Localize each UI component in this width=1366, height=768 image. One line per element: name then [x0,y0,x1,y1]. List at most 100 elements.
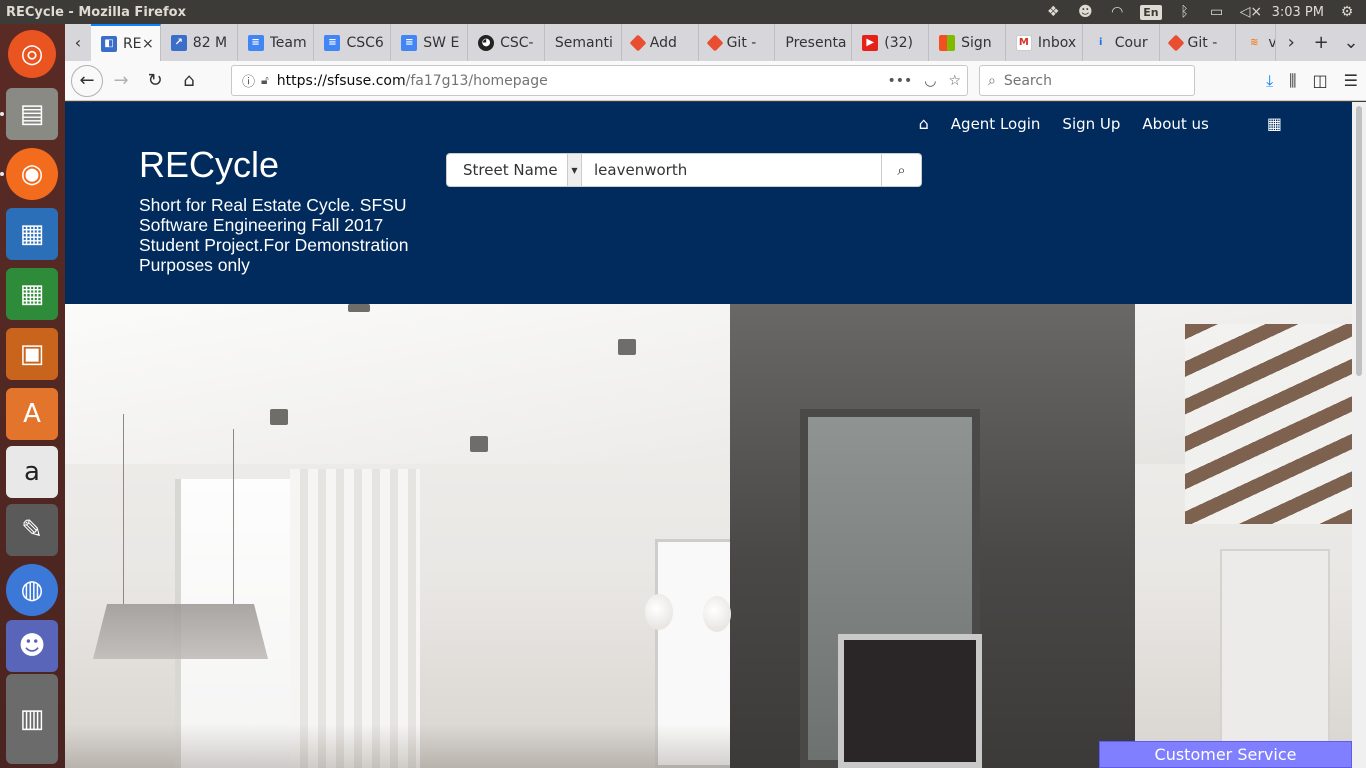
site-info-icon[interactable]: ⓘ [242,71,255,90]
tab-recycle[interactable]: ◧ RE × [90,24,161,61]
reload-icon[interactable]: ↻ [139,65,171,97]
tab-swe[interactable]: ≡ SW E [391,24,469,61]
system-settings-icon[interactable]: ✎ [6,504,58,556]
tab-semantic[interactable]: Semanti [545,24,622,61]
url-text[interactable]: https://sfsuse.com/fa17g13/homepage [277,73,548,89]
back-arrow-icon[interactable]: ← [71,64,103,97]
tab-git-2[interactable]: Git - [1160,24,1237,61]
customer-service-button[interactable]: Customer Service [1099,741,1352,768]
tab-team[interactable]: ≡ Team [238,24,315,61]
grid-menu-icon[interactable]: ▦ [1267,114,1282,133]
scroll-tabs-left-icon[interactable]: ‹ [65,24,91,61]
tab-add[interactable]: Add [622,24,699,61]
tab-course[interactable]: i Cour [1083,24,1160,61]
wifi-icon[interactable]: ◠ [1108,4,1126,20]
lock-warning-icon[interactable]: 🔓︎ [261,73,269,88]
discord-tray-icon[interactable]: ☻ [1076,4,1094,20]
tab-csc6[interactable]: ≡ CSC6 [314,24,392,61]
volume-muted-icon[interactable]: ◁× [1240,4,1263,20]
forward-arrow-icon[interactable]: → [105,65,137,97]
gmail-icon: M [1015,34,1032,51]
keyboard-layout-indicator[interactable]: En [1140,4,1162,20]
tab-bar: ‹ ◧ RE × ↗ 82 M ≡ Team ≡ CSC6 ≡ SW E ◕ CSC- S… [65,24,1366,61]
hero-image [65,304,1352,768]
firefox-icon[interactable]: ◉ [6,148,58,200]
agent-login-link[interactable]: Agent Login [951,115,1041,133]
software-center-icon[interactable]: A [6,388,58,440]
git-icon [1167,34,1185,51]
git-icon [706,34,724,51]
tab-youtube[interactable]: ▶ (32) [852,24,930,61]
pocket-icon[interactable]: ◡ [924,73,936,89]
tab-git-1[interactable]: Git - [699,24,776,61]
amazon-icon[interactable]: a [6,446,58,498]
close-tab-icon[interactable]: × [142,36,154,52]
about-us-link[interactable]: About us [1142,115,1208,133]
download-icon[interactable]: ⤓ [1266,71,1273,91]
new-tab-icon[interactable]: + [1306,24,1336,61]
home-icon[interactable]: ⌂ [919,114,929,133]
git-icon [629,34,647,51]
search-icon: ⌕ [988,72,996,89]
page-scrollbar[interactable] [1352,102,1366,768]
files-icon[interactable]: ▤ [6,88,58,140]
search-filter-value: Street Name [463,161,558,179]
settings-gear-icon[interactable]: ⚙ [1338,4,1356,20]
gdocs-icon: ≡ [324,34,341,51]
search-field[interactable]: ⌕ Search [979,65,1195,96]
home-icon[interactable]: ⌂ [173,65,205,97]
property-search: Street Name ▼ ⌕ [446,153,922,187]
launcher: ◎ ▤ ◉ ▦ ▦ ▣ A a ✎ ◍ ☻ ▥ [0,24,65,768]
clock[interactable]: 3:03 PM [1272,5,1324,20]
bookmark-star-icon[interactable]: ☆ [948,73,961,89]
tab-inbox[interactable]: M Inbox [1006,24,1083,61]
info-icon: i [1099,37,1103,48]
writer-icon[interactable]: ▦ [6,208,58,260]
running-indicator [0,172,4,176]
site-tagline: Short for Real Estate Cycle. SFSU Softwa… [139,195,409,275]
stackoverflow-icon: ≋ [1250,37,1259,48]
scroll-tabs-right-icon[interactable]: › [1276,24,1306,61]
tab-presentation[interactable]: Presenta [775,24,853,61]
sidebar-icon[interactable]: ◫ [1313,71,1328,90]
tab-pivotal[interactable]: ↗ 82 M [161,24,238,61]
bluetooth-icon[interactable]: ᛒ [1176,4,1194,20]
pivotal-icon: ↗ [170,34,187,51]
site-header: ⌂ Agent Login Sign Up About us ▦ RECycle… [65,102,1352,304]
search-placeholder: Search [1003,72,1052,89]
tab-signin[interactable]: Sign [929,24,1006,61]
system-tray: ❖ ☻ ◠ En ᛒ ▭ ◁× 3:03 PM ⚙ [1044,0,1366,24]
chromium-icon[interactable]: ◍ [6,564,58,616]
window-title: RECycle - Mozilla Firefox [6,4,186,20]
search-query-input[interactable] [582,153,882,187]
microsoft-icon [939,34,956,51]
discord-icon[interactable]: ☻ [6,620,58,672]
ubuntu-dash-icon[interactable]: ◎ [8,30,56,78]
gdocs-icon: ≡ [247,34,264,51]
impress-icon[interactable]: ▣ [6,328,58,380]
search-submit-button[interactable]: ⌕ [882,153,922,187]
running-indicator [0,112,4,116]
page-actions-icon[interactable]: ••• [887,73,912,89]
dropbox-icon[interactable]: ❖ [1044,4,1062,20]
url-bar[interactable]: ⓘ 🔓︎ https://sfsuse.com/fa17g13/homepage… [231,65,968,96]
site-brand: RECycle [139,144,280,185]
battery-icon[interactable]: ▭ [1208,4,1226,20]
menu-icon[interactable]: ☰ [1344,71,1358,90]
stacked-apps-icon[interactable]: ▥ [6,674,58,764]
search-filter-select[interactable]: Street Name ▼ [446,153,582,187]
nav-bar: ← → ↻ ⌂ ⓘ 🔓︎ https://sfsuse.com/fa17g13/… [65,61,1366,101]
list-tabs-icon[interactable]: ⌄ [1336,24,1366,61]
tab-github[interactable]: ◕ CSC- [468,24,545,61]
calc-icon[interactable]: ▦ [6,268,58,320]
github-icon: ◕ [478,34,495,51]
csc-doc-icon: ◧ [100,35,117,52]
gdocs-icon: ≡ [401,34,418,51]
sign-up-link[interactable]: Sign Up [1062,115,1120,133]
library-icon[interactable]: ⫼ [1289,71,1296,91]
tab-stack[interactable]: ≋ve [1236,24,1277,61]
search-icon: ⌕ [897,161,906,179]
top-panel: RECycle - Mozilla Firefox ❖ ☻ ◠ En ᛒ ▭ ◁… [0,0,1366,24]
chevron-down-icon[interactable]: ▼ [567,154,581,186]
web-page: ⌂ Agent Login Sign Up About us ▦ RECycle… [65,102,1352,768]
